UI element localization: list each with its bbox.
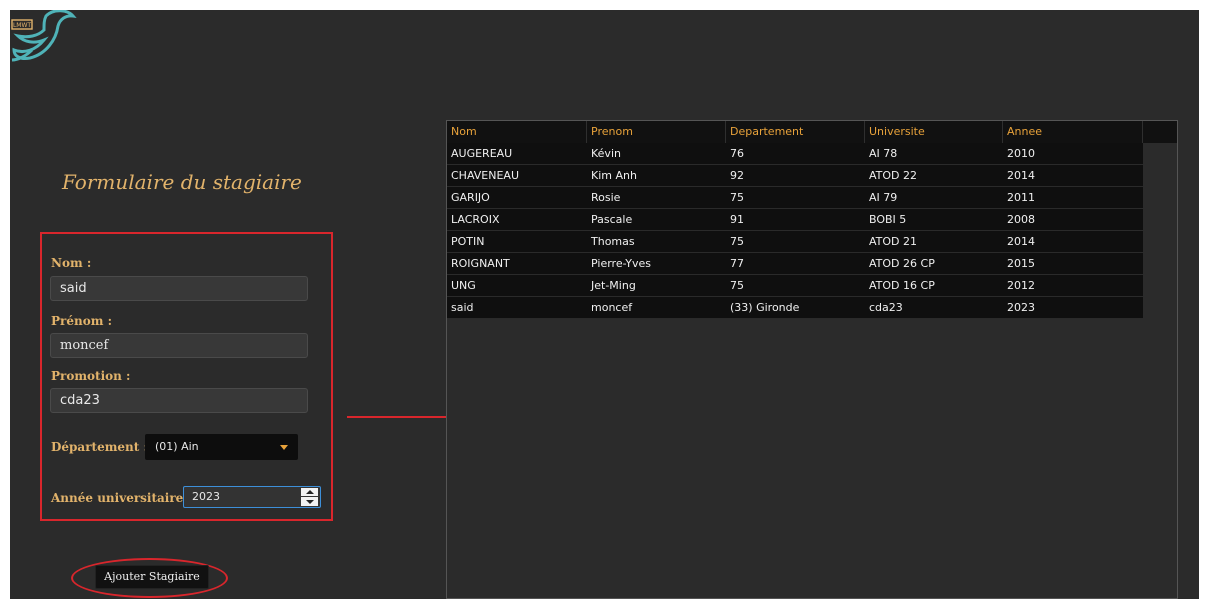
cell-universite: AI 79 [869,191,898,204]
cell-departement: 77 [730,257,744,270]
cell-prenom: Kim Anh [591,169,637,182]
table-row[interactable]: POTIN Thomas 75 ATOD 21 2014 [447,231,1143,253]
cell-departement: (33) Gironde [730,301,800,314]
cell-annee: 2023 [1007,301,1035,314]
cell-nom: AUGEREAU [451,147,513,160]
cell-departement: 92 [730,169,744,182]
cell-annee: 2010 [1007,147,1035,160]
cell-universite: ATOD 22 [869,169,918,182]
cell-prenom: Thomas [591,235,635,248]
cell-nom: UNG [451,279,476,292]
cell-annee: 2014 [1007,235,1035,248]
table-row[interactable]: UNG Jet-Ming 75 ATOD 16 CP 2012 [447,275,1143,297]
cell-nom: LACROIX [451,213,500,226]
table-header: Nom Prenom Departement Universite Annee [447,121,1177,143]
stagiaire-table: Nom Prenom Departement Universite Annee … [446,120,1178,599]
cell-annee: 2014 [1007,169,1035,182]
cell-departement: 76 [730,147,744,160]
cell-nom: CHAVENEAU [451,169,520,182]
column-header-filler [1143,121,1177,143]
cell-departement: 75 [730,235,744,248]
cell-nom: GARIJO [451,191,490,204]
cell-prenom: Jet-Ming [591,279,636,292]
cell-departement: 75 [730,279,744,292]
cell-prenom: Rosie [591,191,621,204]
app-window: LMWT Formulaire du stagiaire Nom : Préno… [10,10,1199,599]
column-header-nom[interactable]: Nom [447,121,587,143]
cell-universite: ATOD 16 CP [869,279,935,292]
cell-prenom: Pascale [591,213,633,226]
table-row[interactable]: ROIGNANT Pierre-Yves 77 ATOD 26 CP 2015 [447,253,1143,275]
column-header-annee[interactable]: Annee [1003,121,1143,143]
cell-departement: 75 [730,191,744,204]
table-row[interactable]: AUGEREAU Kévin 76 AI 78 2010 [447,143,1143,165]
cell-prenom: moncef [591,301,633,314]
cell-universite: ATOD 26 CP [869,257,935,270]
cell-prenom: Pierre-Yves [591,257,651,270]
column-header-prenom[interactable]: Prenom [587,121,726,143]
cell-universite: ATOD 21 [869,235,918,248]
column-header-departement[interactable]: Departement [726,121,865,143]
cell-universite: BOBI 5 [869,213,907,226]
cell-annee: 2008 [1007,213,1035,226]
cell-prenom: Kévin [591,147,621,160]
screenshot-canvas: LMWT Formulaire du stagiaire Nom : Préno… [0,0,1209,599]
add-stagiaire-button[interactable]: Ajouter Stagiaire [95,565,209,589]
table-row[interactable]: GARIJO Rosie 75 AI 79 2011 [447,187,1143,209]
cell-departement: 91 [730,213,744,226]
cell-annee: 2015 [1007,257,1035,270]
cell-universite: cda23 [869,301,903,314]
cell-universite: AI 78 [869,147,898,160]
cell-annee: 2012 [1007,279,1035,292]
cell-annee: 2011 [1007,191,1035,204]
table-row[interactable]: said moncef (33) Gironde cda23 2023 [447,297,1143,319]
column-header-universite[interactable]: Universite [865,121,1003,143]
table-row[interactable]: CHAVENEAU Kim Anh 92 ATOD 22 2014 [447,165,1143,187]
cell-nom: ROIGNANT [451,257,510,270]
table-row[interactable]: LACROIX Pascale 91 BOBI 5 2008 [447,209,1143,231]
cell-nom: POTIN [451,235,485,248]
cell-nom: said [451,301,474,314]
